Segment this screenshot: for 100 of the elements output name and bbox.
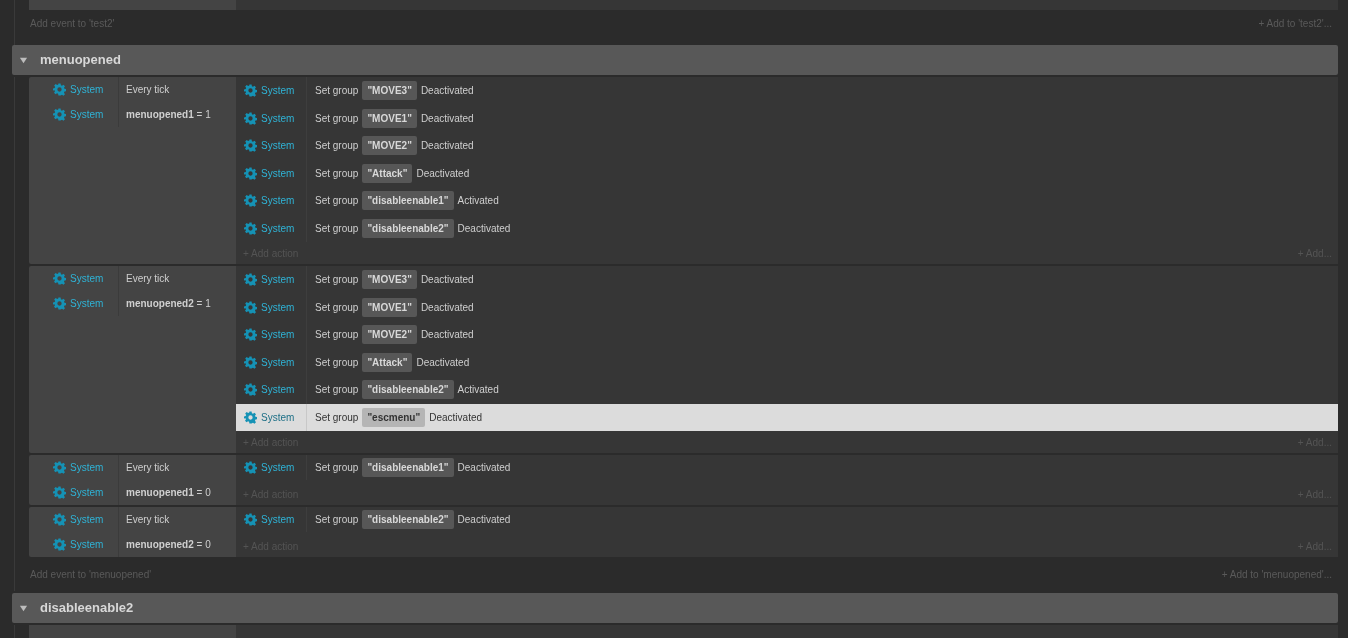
action-text: Set group bbox=[315, 111, 359, 126]
gear-icon bbox=[244, 355, 257, 369]
gear-icon bbox=[244, 273, 257, 287]
parameter-value: Deactivated bbox=[416, 355, 470, 370]
action-row[interactable]: System Set group "disableenable1" Deactivated bbox=[236, 455, 1338, 480]
action-row[interactable]: System Set group "MOVE3" Deactivated bbox=[236, 77, 1338, 105]
action-text: Set group bbox=[315, 84, 359, 99]
object-name: System bbox=[261, 410, 295, 425]
parameter-chip[interactable]: "MOVE1" bbox=[362, 297, 417, 317]
gear-icon bbox=[244, 111, 257, 125]
action-text: Set group bbox=[315, 461, 359, 475]
condition-text[interactable]: menuopened2 = 1 bbox=[119, 296, 211, 311]
gear-icon bbox=[53, 272, 66, 285]
parameter-chip[interactable]: "disableenable1" bbox=[362, 458, 454, 477]
gear-icon bbox=[53, 513, 66, 526]
object-name: System bbox=[70, 486, 104, 500]
parameter-value: Deactivated bbox=[416, 166, 470, 181]
condition-text[interactable]: menuopened1 = 1 bbox=[119, 107, 211, 122]
parameter-value: Deactivated bbox=[420, 84, 474, 99]
parameter-chip[interactable]: "MOVE2" bbox=[362, 136, 417, 156]
action-row[interactable]: System Set group "Attack" Deactivated bbox=[236, 159, 1338, 187]
gear-icon bbox=[53, 108, 66, 121]
parameter-chip[interactable]: "disableenable1" bbox=[362, 191, 454, 211]
parameter-value: Activated bbox=[457, 194, 499, 209]
gear-icon bbox=[244, 410, 257, 424]
condition-text[interactable]: menuopened1 = 0 bbox=[119, 485, 211, 500]
action-text: Set group bbox=[315, 355, 359, 370]
object-name: System bbox=[70, 538, 104, 552]
object-name: System bbox=[261, 300, 295, 315]
object-name: System bbox=[261, 383, 295, 398]
action-row[interactable]: System Set group "disableenable1" Activated bbox=[236, 187, 1338, 215]
action-row[interactable]: System Set group "escmenu" Deactivated bbox=[236, 403, 1338, 431]
object-name: System bbox=[261, 221, 295, 236]
action-row[interactable]: System Set group "MOVE2" Deactivated bbox=[236, 132, 1338, 160]
collapse-triangle-icon[interactable] bbox=[19, 603, 28, 613]
gear-icon bbox=[53, 538, 66, 551]
group-title: menuopened bbox=[40, 51, 121, 70]
parameter-value: Deactivated bbox=[420, 111, 474, 126]
action-row[interactable]: System Set group "MOVE2" Deactivated bbox=[236, 321, 1338, 349]
action-text: Set group bbox=[315, 300, 359, 315]
action-text: Set group bbox=[315, 139, 359, 154]
action-text: Set group bbox=[315, 410, 359, 425]
gear-icon bbox=[244, 300, 257, 314]
gear-icon bbox=[244, 383, 257, 397]
group-header[interactable]: disableenable2 bbox=[12, 593, 1338, 623]
parameter-chip[interactable]: "MOVE3" bbox=[362, 270, 417, 290]
gear-icon bbox=[53, 461, 66, 474]
gear-icon bbox=[53, 83, 66, 96]
condition-text[interactable]: Every tick bbox=[119, 271, 170, 286]
parameter-chip[interactable]: "escmenu" bbox=[362, 407, 426, 427]
object-name: System bbox=[261, 461, 295, 475]
object-name: System bbox=[70, 108, 104, 122]
gear-icon bbox=[244, 194, 257, 208]
parameter-chip[interactable]: "Attack" bbox=[362, 163, 413, 183]
object-name: System bbox=[70, 272, 104, 286]
collapse-triangle-icon[interactable] bbox=[19, 55, 28, 65]
gear-icon bbox=[244, 328, 257, 342]
parameter-value: Deactivated bbox=[420, 328, 474, 343]
parameter-chip[interactable]: "MOVE1" bbox=[362, 108, 417, 128]
action-text: Set group bbox=[315, 166, 359, 181]
condition-text[interactable]: Every tick bbox=[119, 82, 170, 97]
object-name: System bbox=[261, 166, 295, 181]
group-header[interactable]: menuopened bbox=[12, 45, 1338, 75]
gear-icon bbox=[53, 486, 66, 499]
gear-icon bbox=[244, 139, 257, 153]
object-name: System bbox=[261, 328, 295, 343]
parameter-value: Deactivated bbox=[457, 513, 511, 527]
object-name: System bbox=[70, 83, 104, 97]
gear-icon bbox=[53, 297, 66, 310]
condition-text[interactable]: menuopened2 = 0 bbox=[119, 537, 211, 552]
parameter-chip[interactable]: "MOVE2" bbox=[362, 325, 417, 345]
parameter-value: Deactivated bbox=[457, 221, 511, 236]
action-row[interactable]: System Set group "disableenable2" Deactivated bbox=[236, 507, 1338, 532]
parameter-chip[interactable]: "Attack" bbox=[362, 352, 413, 372]
object-name: System bbox=[261, 111, 295, 126]
parameter-chip[interactable]: "MOVE3" bbox=[362, 81, 417, 101]
parameter-value: Deactivated bbox=[420, 300, 474, 315]
group-title: disableenable2 bbox=[40, 599, 134, 618]
parameter-value: Deactivated bbox=[420, 273, 474, 288]
action-row[interactable]: System Set group "MOVE1" Deactivated bbox=[236, 293, 1338, 321]
action-row[interactable]: System Set group "Attack" Deactivated bbox=[236, 348, 1338, 376]
parameter-chip[interactable]: "disableenable2" bbox=[362, 380, 454, 400]
action-text: Set group bbox=[315, 194, 359, 209]
parameter-chip[interactable]: "disableenable2" bbox=[362, 510, 454, 529]
object-name: System bbox=[70, 297, 104, 311]
object-name: System bbox=[261, 194, 295, 209]
action-row[interactable]: System Set group "disableenable2" Deactivated bbox=[236, 214, 1338, 242]
action-text: Set group bbox=[315, 513, 359, 527]
action-row[interactable]: System Set group "MOVE1" Deactivated bbox=[236, 104, 1338, 132]
parameter-value: Deactivated bbox=[429, 410, 483, 425]
gear-icon bbox=[244, 166, 257, 180]
action-text: Set group bbox=[315, 273, 359, 288]
parameter-chip[interactable]: "disableenable2" bbox=[362, 218, 454, 238]
action-row[interactable]: System Set group "disableenable2" Activated bbox=[236, 376, 1338, 404]
condition-text[interactable]: Every tick bbox=[119, 460, 170, 475]
action-row[interactable]: System Set group "MOVE3" Deactivated bbox=[236, 266, 1338, 294]
condition-text[interactable]: Every tick bbox=[119, 512, 170, 527]
object-name: System bbox=[261, 139, 295, 154]
object-name: System bbox=[261, 513, 295, 527]
object-name: System bbox=[261, 84, 295, 99]
